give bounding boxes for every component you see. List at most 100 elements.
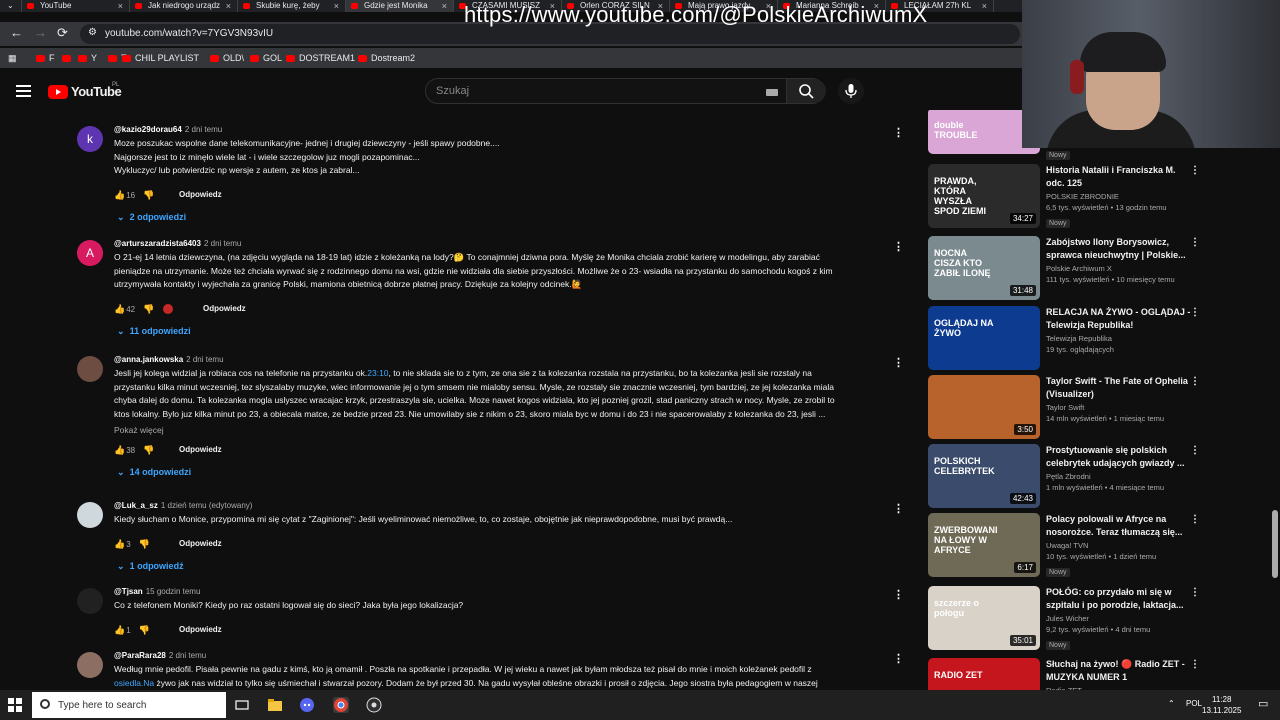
- windows-start-icon[interactable]: [8, 698, 22, 712]
- task-view-icon[interactable]: [234, 697, 250, 713]
- browser-tab[interactable]: Jak niedrogo urządz ×: [130, 0, 238, 12]
- taskbar-search[interactable]: Type here to search: [32, 692, 226, 718]
- video-title[interactable]: Słuchaj na żywo! 🔴 Radio ZET - MUZYKA NU…: [1046, 658, 1196, 684]
- like-icon[interactable]: 👍: [114, 539, 125, 550]
- channel-name[interactable]: Taylor Swift: [1046, 403, 1196, 412]
- video-title[interactable]: Prostytuowanie się polskich celebrytek u…: [1046, 444, 1196, 470]
- video-thumbnail[interactable]: szczerze o połogu 35:01: [928, 586, 1040, 650]
- video-thumbnail[interactable]: NOCNA CISZA KTO ZABIŁ ILONĘ 31:48: [928, 236, 1040, 300]
- comment-author[interactable]: @arturszaradzista6403: [114, 239, 201, 248]
- comment-time[interactable]: 1 dzień temu (edytowany): [161, 501, 253, 510]
- chrome-icon[interactable]: [333, 697, 349, 713]
- reload-icon[interactable]: ⟳: [57, 25, 68, 41]
- video-title[interactable]: Taylor Swift - The Fate of Ophelia (Visu…: [1046, 375, 1196, 401]
- video-menu-icon[interactable]: ⋮: [1190, 238, 1200, 248]
- channel-name[interactable]: Jules Wicher: [1046, 614, 1196, 623]
- video-title[interactable]: Zabójstwo Ilony Borysowicz, sprawca nieu…: [1046, 236, 1196, 262]
- comment-menu-icon[interactable]: ⋮: [893, 590, 904, 601]
- tab-close-icon[interactable]: ×: [226, 0, 231, 12]
- bookmark-item[interactable]: F: [36, 53, 55, 63]
- channel-name[interactable]: POLSKIE ZBRODNIE: [1046, 192, 1196, 201]
- browser-tab[interactable]: Gdzie jest Monika ×: [346, 0, 454, 12]
- video-thumbnail[interactable]: POLSKICH CELEBRYTEK 42:43: [928, 444, 1040, 508]
- dislike-icon[interactable]: 👎: [143, 190, 154, 201]
- comment-menu-icon[interactable]: ⋮: [893, 128, 904, 139]
- comment-time[interactable]: 2 dni temu: [185, 125, 222, 134]
- related-video-item[interactable]: RADIO ZET Słuchaj na żywo! 🔴 Radio ZET - …: [928, 658, 1218, 690]
- search-input[interactable]: Szukaj: [436, 85, 469, 97]
- comment-link[interactable]: osiedla.Na: [114, 678, 154, 688]
- avatar[interactable]: A: [77, 240, 103, 266]
- search-box[interactable]: Szukaj: [425, 78, 826, 104]
- forward-icon[interactable]: →: [34, 25, 47, 40]
- reply-button[interactable]: Odpowiedz: [179, 625, 222, 634]
- reply-button[interactable]: Odpowiedz: [179, 539, 222, 548]
- bookmark-item[interactable]: OLD\: [210, 53, 244, 63]
- taskbar-search-input[interactable]: Type here to search: [58, 700, 146, 711]
- related-video-item[interactable]: NOCNA CISZA KTO ZABIŁ ILONĘ 31:48 Zabójstw…: [928, 236, 1218, 302]
- apps-grid-icon[interactable]: ▦: [8, 53, 17, 64]
- show-more-link[interactable]: Pokaż więcej: [114, 425, 164, 435]
- view-replies-button[interactable]: ⌄ 14 odpowiedzi: [117, 467, 191, 478]
- related-video-item[interactable]: PRAWDA, KTÓRA WYSZŁA SPOD ZIEMI 34:27 Hist…: [928, 164, 1218, 230]
- video-title[interactable]: POŁÓG: co przydało mi się w szpitalu i p…: [1046, 586, 1196, 612]
- related-video-item[interactable]: POLSKICH CELEBRYTEK 42:43 Prostytuowanie s…: [928, 444, 1218, 510]
- keyboard-icon[interactable]: [766, 89, 778, 96]
- video-thumbnail[interactable]: 3:50: [928, 375, 1040, 439]
- tab-list-chevron-icon[interactable]: ⌄: [0, 0, 22, 12]
- video-menu-icon[interactable]: ⋮: [1190, 588, 1200, 598]
- comment-menu-icon[interactable]: ⋮: [893, 242, 904, 253]
- bookmark-item[interactable]: [62, 53, 75, 63]
- comment-time[interactable]: 2 dni temu: [169, 651, 206, 660]
- comment-menu-icon[interactable]: ⋮: [893, 504, 904, 515]
- reply-button[interactable]: Odpowiedz: [203, 304, 246, 313]
- tab-close-icon[interactable]: ×: [982, 0, 987, 12]
- dislike-icon[interactable]: 👎: [143, 445, 154, 456]
- dislike-icon[interactable]: 👎: [139, 625, 150, 636]
- comment-time[interactable]: 15 godzin temu: [146, 587, 201, 596]
- browser-tab[interactable]: Skubie kurę, żeby ×: [238, 0, 346, 12]
- comment-menu-icon[interactable]: ⋮: [893, 654, 904, 665]
- like-icon[interactable]: 👍: [114, 625, 125, 636]
- related-video-item[interactable]: ZWERBOWANI NA ŁOWY W AFRYCE 6:17 Polacy po…: [928, 513, 1218, 579]
- video-title[interactable]: Historia Natalii i Franciszka M. odc. 12…: [1046, 164, 1196, 190]
- dislike-icon[interactable]: 👎: [139, 539, 150, 550]
- video-menu-icon[interactable]: ⋮: [1190, 446, 1200, 456]
- avatar[interactable]: [77, 502, 103, 528]
- channel-name[interactable]: Uwaga! TVN: [1046, 541, 1196, 550]
- bookmark-item[interactable]: Dostream2: [358, 53, 415, 63]
- hamburger-menu-icon[interactable]: [16, 85, 31, 97]
- reply-button[interactable]: Odpowiedz: [179, 190, 222, 199]
- browser-tab[interactable]: YouTube ×: [22, 0, 130, 12]
- channel-name[interactable]: Polskie Archiwum X: [1046, 264, 1196, 273]
- youtube-logo[interactable]: YouTube PL: [48, 82, 122, 99]
- channel-name[interactable]: Telewizja Republika: [1046, 334, 1196, 343]
- avatar[interactable]: [77, 652, 103, 678]
- obs-icon[interactable]: [366, 697, 382, 713]
- video-thumbnail[interactable]: PRAWDA, KTÓRA WYSZŁA SPOD ZIEMI 34:27: [928, 164, 1040, 228]
- video-menu-icon[interactable]: ⋮: [1190, 308, 1200, 318]
- bookmark-item[interactable]: DOSTREAM1: [286, 53, 355, 63]
- video-menu-icon[interactable]: ⋮: [1190, 377, 1200, 387]
- dislike-icon[interactable]: 👎: [143, 304, 154, 315]
- avatar[interactable]: [77, 356, 103, 382]
- comment-author[interactable]: @Tjsan: [114, 587, 143, 596]
- related-video-item[interactable]: OGLĄDAJ NA ŻYWO RELACJA NA ŻYWO - OGLĄDAJ…: [928, 306, 1218, 372]
- bookmark-item[interactable]: GOL: [250, 53, 282, 63]
- system-clock[interactable]: 11:28 13.11.2025: [1202, 694, 1241, 716]
- comment-author[interactable]: @anna.jankowska: [114, 355, 183, 364]
- tab-close-icon[interactable]: ×: [334, 0, 339, 12]
- video-menu-icon[interactable]: ⋮: [1190, 515, 1200, 525]
- bookmark-item[interactable]: Y: [78, 53, 97, 63]
- video-thumbnail[interactable]: ZWERBOWANI NA ŁOWY W AFRYCE 6:17: [928, 513, 1040, 577]
- page-scrollbar[interactable]: [1272, 510, 1278, 578]
- video-title[interactable]: RELACJA NA ŻYWO - OGLĄDAJ - Telewizja Re…: [1046, 306, 1196, 332]
- timestamp-link[interactable]: 23:10: [367, 368, 388, 378]
- comment-author[interactable]: @ParaRara28: [114, 651, 166, 660]
- file-explorer-icon[interactable]: [267, 697, 283, 713]
- view-replies-button[interactable]: ⌄ 11 odpowiedzi: [117, 326, 191, 337]
- search-button[interactable]: [786, 79, 826, 103]
- video-menu-icon[interactable]: ⋮: [1190, 166, 1200, 176]
- video-title[interactable]: Polacy polowali w Afryce na nosorożce. T…: [1046, 513, 1196, 539]
- address-url[interactable]: youtube.com/watch?v=7YGV3N93vIU: [105, 28, 273, 39]
